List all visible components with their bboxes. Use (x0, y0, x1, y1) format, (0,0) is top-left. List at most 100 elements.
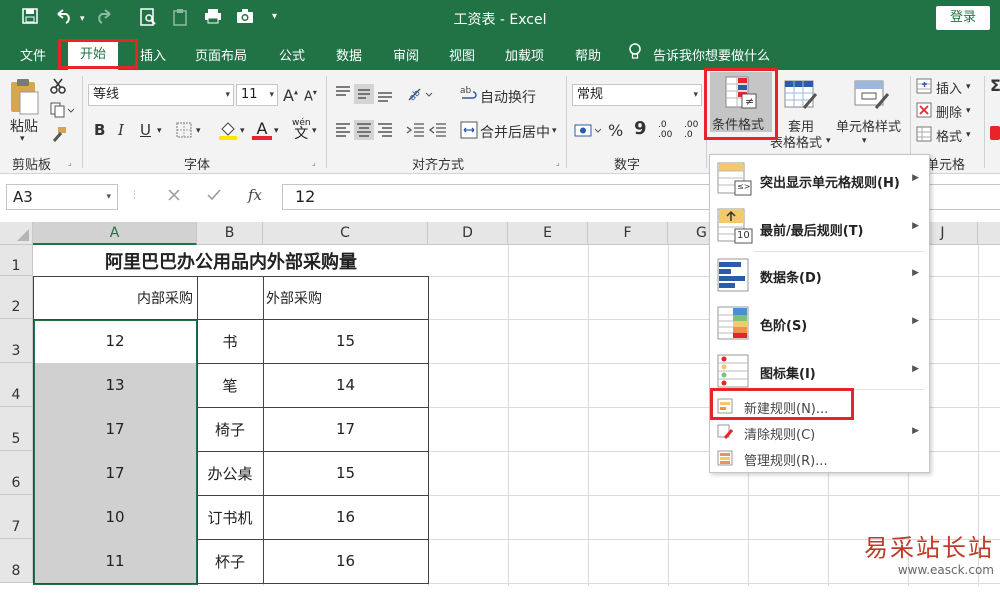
underline-dropdown-icon[interactable]: ▾ (157, 126, 162, 136)
phonetic-dropdown-icon[interactable]: ▾ (312, 126, 317, 136)
cell-c4[interactable]: 14 (263, 363, 428, 407)
sheet-title[interactable]: 阿里巴巴办公用品内外部采购量 (33, 245, 429, 276)
cell-b3[interactable]: 书 (197, 319, 263, 363)
tab-page-layout[interactable]: 页面布局 (195, 45, 247, 64)
paste-dropdown-icon[interactable]: ▾ (20, 134, 25, 144)
cell-a6[interactable]: 17 (33, 451, 197, 495)
wrap-text-button[interactable]: 自动换行 (480, 87, 536, 107)
delete-cells-icon[interactable] (916, 102, 932, 122)
fill-color-icon[interactable] (218, 120, 238, 144)
merge-center-button[interactable]: 合并后居中 (480, 122, 550, 142)
column-header-e[interactable]: E (508, 222, 588, 245)
row-header-2[interactable]: 2 (0, 276, 33, 319)
tab-insert[interactable]: 插入 (140, 45, 166, 64)
format-painter-icon[interactable] (50, 126, 68, 146)
font-name-combo[interactable]: 等线 ▾ (88, 84, 234, 106)
shrink-font-button[interactable]: A▾ (304, 88, 317, 104)
accounting-format-icon[interactable] (574, 122, 604, 144)
format-cells-icon[interactable] (916, 126, 932, 146)
number-format-combo[interactable]: 常规 ▾ (572, 84, 702, 106)
cell-c6[interactable]: 15 (263, 451, 428, 495)
menu-item-color-scales[interactable]: 色阶(S) ▶ (710, 300, 929, 348)
orientation-icon[interactable]: ab (406, 84, 436, 108)
cell-a5[interactable]: 17 (33, 407, 197, 451)
increase-decimal-button[interactable]: .0 .00 (658, 120, 672, 140)
menu-item-highlight-rules[interactable]: ≤> 突出显示单元格规则(H) ▶ (710, 155, 929, 203)
column-header-b[interactable]: B (197, 222, 263, 245)
paste-button[interactable]: 粘贴 (10, 116, 38, 136)
cancel-entry-icon[interactable] (166, 187, 182, 207)
cell-c7[interactable]: 16 (263, 495, 428, 539)
cell-styles-button[interactable]: 单元格样式 (836, 116, 901, 135)
merge-dropdown-icon[interactable]: ▾ (552, 126, 557, 136)
cut-icon[interactable] (50, 78, 66, 98)
name-box-dropdown-icon[interactable]: ▾ (106, 185, 111, 209)
insert-function-button[interactable]: fx (248, 186, 262, 204)
wrap-text-icon[interactable]: ab (460, 84, 478, 108)
insert-cells-icon[interactable] (916, 78, 932, 98)
tab-file[interactable]: 文件 (20, 45, 46, 64)
row-header-5[interactable]: 5 (0, 407, 33, 451)
row-header-3[interactable]: 3 (0, 319, 33, 363)
cell-b6[interactable]: 办公桌 (197, 451, 263, 495)
alignment-launcher-icon[interactable]: ⌟ (556, 158, 560, 167)
delete-cells-button[interactable]: 删除 (936, 102, 962, 121)
tab-formulas[interactable]: 公式 (279, 45, 305, 64)
insert-dropdown-icon[interactable]: ▾ (966, 82, 971, 92)
borders-dropdown-icon[interactable]: ▾ (196, 126, 201, 136)
comma-style-button[interactable]: 9 (634, 118, 647, 139)
grow-font-button[interactable]: A▴ (283, 86, 298, 105)
clear-icon[interactable] (990, 126, 1000, 140)
cell-c8[interactable]: 16 (263, 539, 428, 583)
column-header-f[interactable]: F (588, 222, 668, 245)
align-left-icon[interactable] (334, 120, 396, 144)
font-size-combo[interactable]: 11 ▾ (236, 84, 278, 106)
cell-c5[interactable]: 17 (263, 407, 428, 451)
select-all-corner[interactable] (0, 222, 33, 245)
cell-a4[interactable]: 13 (33, 363, 197, 407)
name-box[interactable]: A3 ▾ (6, 184, 118, 210)
tab-help[interactable]: 帮助 (575, 45, 601, 64)
cell-a8[interactable]: 11 (33, 539, 197, 583)
font-color-button[interactable]: A (252, 119, 272, 140)
lightbulb-icon[interactable] (628, 43, 642, 65)
row-header-6[interactable]: 6 (0, 451, 33, 495)
indent-icon[interactable] (406, 120, 452, 144)
row-header-4[interactable]: 4 (0, 363, 33, 407)
clipboard-launcher-icon[interactable]: ⌟ (68, 158, 72, 167)
column-header-a[interactable]: A (33, 222, 197, 245)
tab-data[interactable]: 数据 (336, 45, 362, 64)
cell-styles-dropdown-icon[interactable]: ▾ (862, 136, 867, 146)
row-header-8[interactable]: 8 (0, 539, 33, 583)
format-cells-button[interactable]: 格式 (936, 126, 962, 145)
cell-b8[interactable]: 杯子 (197, 539, 263, 583)
header-internal[interactable]: 内部采购 (33, 277, 197, 319)
menu-item-new-rule[interactable]: 新建规则(N)... (710, 393, 929, 419)
menu-item-top-bottom-rules[interactable]: 10 最前/最后规则(T) ▶ (710, 203, 929, 251)
menu-item-manage-rules[interactable]: 管理规则(R)... (710, 445, 929, 471)
column-header-d[interactable]: D (428, 222, 508, 245)
format-as-table-icon[interactable] (784, 80, 818, 114)
insert-cells-button[interactable]: 插入 (936, 78, 962, 97)
delete-dropdown-icon[interactable]: ▾ (966, 106, 971, 116)
percent-button[interactable]: % (608, 121, 623, 140)
cell-a3[interactable]: 12 (33, 319, 197, 363)
italic-button[interactable]: I (118, 121, 124, 139)
tab-addins[interactable]: 加载项 (505, 45, 544, 64)
cell-a7[interactable]: 10 (33, 495, 197, 539)
format-dropdown-icon[interactable]: ▾ (966, 130, 971, 140)
merge-center-icon[interactable] (460, 121, 478, 143)
font-launcher-icon[interactable]: ⌟ (312, 158, 316, 167)
column-header-c[interactable]: C (263, 222, 428, 245)
cell-b7[interactable]: 订书机 (197, 495, 263, 539)
decrease-decimal-button[interactable]: .00 .0 (684, 120, 698, 140)
row-header-1[interactable]: 1 (0, 245, 33, 276)
header-external[interactable]: 外部采购 (264, 277, 428, 319)
menu-item-data-bars[interactable]: 数据条(D) ▶ (710, 252, 929, 300)
cell-styles-icon[interactable] (854, 80, 890, 114)
tab-home[interactable]: 开始 (68, 39, 119, 70)
cell-b5[interactable]: 椅子 (197, 407, 263, 451)
format-as-table-dropdown-icon[interactable]: ▾ (826, 136, 831, 146)
tab-review[interactable]: 审阅 (393, 45, 419, 64)
phonetic-button[interactable]: wén 文 (292, 118, 311, 141)
